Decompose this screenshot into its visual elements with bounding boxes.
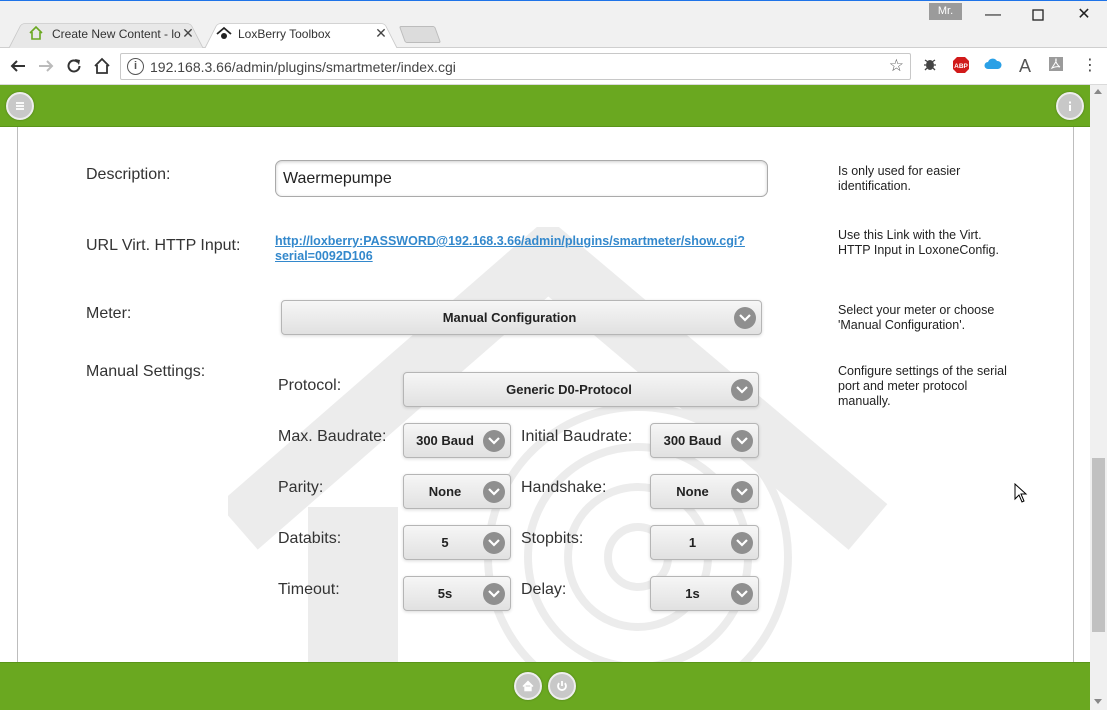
timeout-value: 5s xyxy=(437,586,453,601)
profile-badge[interactable]: Mr. xyxy=(929,3,962,20)
chevron-down-icon xyxy=(483,583,505,605)
maximize-icon[interactable] xyxy=(1015,4,1061,26)
url-label: URL Virt. HTTP Input: xyxy=(86,237,241,254)
adblock-icon[interactable]: ABP xyxy=(951,56,971,76)
mouse-cursor-icon xyxy=(1014,483,1028,503)
virtual-http-input-link[interactable]: http://loxberry:PASSWORD@192.168.3.66/ad… xyxy=(275,234,775,264)
meter-label: Meter: xyxy=(86,305,132,322)
home-button[interactable] xyxy=(514,672,542,700)
parity-select[interactable]: None xyxy=(403,474,511,509)
tab-title: LoxBerry Toolbox xyxy=(238,27,331,41)
handshake-value: None xyxy=(676,484,709,499)
info-button[interactable] xyxy=(1056,92,1084,120)
scrollbar-thumb[interactable] xyxy=(1092,458,1105,632)
info-icon xyxy=(1062,98,1078,114)
bookmark-star-icon[interactable]: ☆ xyxy=(889,56,904,76)
page-footer xyxy=(0,662,1090,710)
home-icon xyxy=(520,678,536,694)
svg-text:ABP: ABP xyxy=(954,63,968,70)
address-bar[interactable]: i 192.168.3.66/admin/plugins/smartmeter/… xyxy=(120,53,911,80)
meter-help: Select your meter or choose 'Manual Conf… xyxy=(838,303,995,332)
font-icon[interactable]: A xyxy=(1015,56,1035,76)
databits-select[interactable]: 5 xyxy=(403,525,511,560)
url-text: 192.168.3.66/admin/plugins/smartmeter/in… xyxy=(150,59,456,75)
chevron-down-icon xyxy=(483,430,505,452)
chevron-down-icon xyxy=(731,583,753,605)
manual-settings-help: Configure settings of the serial port an… xyxy=(838,364,1007,408)
parity-label: Parity: xyxy=(278,479,324,496)
close-tab-icon[interactable]: ✕ xyxy=(180,25,196,41)
max-baudrate-select[interactable]: 300 Baud xyxy=(403,423,511,458)
url-help: Use this Link with the Virt. HTTP Input … xyxy=(838,228,999,257)
chevron-down-icon xyxy=(731,430,753,452)
description-input[interactable]: Waermepumpe xyxy=(275,160,768,197)
new-tab-button[interactable] xyxy=(398,26,442,43)
loxberry-logo-icon xyxy=(216,25,232,41)
meter-select-value: Manual Configuration xyxy=(442,310,577,325)
extension-bug-icon[interactable] xyxy=(920,56,940,76)
chevron-down-icon xyxy=(483,481,505,503)
chevron-down-icon xyxy=(731,379,753,401)
max-baudrate-label: Max. Baudrate: xyxy=(278,428,387,445)
delay-label: Delay: xyxy=(521,581,567,598)
reload-icon[interactable] xyxy=(62,54,86,78)
vertical-scrollbar[interactable] xyxy=(1090,85,1107,710)
home-icon[interactable] xyxy=(90,54,114,78)
minimize-icon[interactable]: — xyxy=(970,4,1016,26)
initial-baudrate-select[interactable]: 300 Baud xyxy=(650,423,759,458)
tab-create-content[interactable]: Create New Content - lo ✕ xyxy=(8,19,204,49)
databits-label: Databits: xyxy=(278,530,342,547)
tab-title: Create New Content - lo xyxy=(52,27,181,41)
link-line-1: http://loxberry:PASSWORD@192.168.3.66/ad… xyxy=(275,234,745,248)
chevron-down-icon xyxy=(483,532,505,554)
initial-baudrate-label: Initial Baudrate: xyxy=(521,428,633,445)
power-icon xyxy=(554,678,570,694)
hamburger-icon xyxy=(12,98,28,114)
chevron-down-icon xyxy=(731,532,753,554)
browser-toolbar: i 192.168.3.66/admin/plugins/smartmeter/… xyxy=(0,48,1107,85)
protocol-label: Protocol: xyxy=(278,377,342,394)
delay-select[interactable]: 1s xyxy=(650,576,759,611)
parity-value: None xyxy=(428,484,462,499)
info-icon[interactable]: i xyxy=(127,58,144,75)
handshake-select[interactable]: None xyxy=(650,474,759,509)
stopbits-label: Stopbits: xyxy=(521,530,584,547)
scroll-down-icon[interactable] xyxy=(1094,699,1102,704)
pdf-icon[interactable] xyxy=(1046,56,1066,76)
page-header xyxy=(0,85,1090,127)
close-window-icon[interactable]: ✕ xyxy=(1061,4,1107,26)
stopbits-value: 1 xyxy=(688,535,697,550)
stopbits-select[interactable]: 1 xyxy=(650,525,759,560)
timeout-label: Timeout: xyxy=(278,581,340,598)
protocol-select-value: Generic D0-Protocol xyxy=(506,382,632,397)
menu-kebab-icon[interactable]: ⋮ xyxy=(1080,56,1100,76)
chevron-down-icon xyxy=(731,481,753,503)
back-icon[interactable] xyxy=(6,54,30,78)
description-label: Description: xyxy=(86,166,171,183)
cloud-icon[interactable] xyxy=(983,56,1003,76)
scroll-up-icon[interactable] xyxy=(1094,89,1102,94)
databits-value: 5 xyxy=(441,535,449,550)
chevron-down-icon xyxy=(734,307,756,329)
timeout-select[interactable]: 5s xyxy=(403,576,511,611)
handshake-label: Handshake: xyxy=(521,479,607,496)
loxberry-house-icon xyxy=(28,25,44,41)
menu-button[interactable] xyxy=(6,92,34,120)
tab-loxberry-toolbox[interactable]: LoxBerry Toolbox ✕ xyxy=(204,19,398,49)
description-help: Is only used for easier identification. xyxy=(838,164,961,193)
meter-select[interactable]: Manual Configuration xyxy=(281,300,762,335)
forward-icon[interactable] xyxy=(34,54,58,78)
close-tab-icon[interactable]: ✕ xyxy=(373,25,389,41)
manual-settings-label: Manual Settings: xyxy=(86,363,206,380)
power-button[interactable] xyxy=(548,672,576,700)
protocol-select[interactable]: Generic D0-Protocol xyxy=(403,372,759,407)
link-line-2: serial=0092D106 xyxy=(275,249,373,263)
delay-value: 1s xyxy=(685,586,700,601)
window-border xyxy=(0,0,1107,1)
